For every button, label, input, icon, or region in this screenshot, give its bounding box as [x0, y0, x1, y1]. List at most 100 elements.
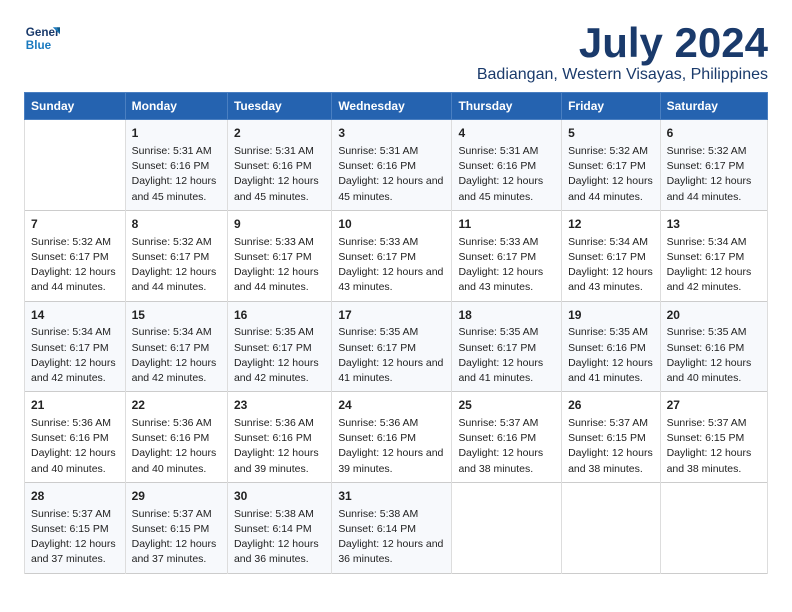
day-number: 7: [31, 216, 119, 233]
cell-info: Sunrise: 5:37 AM Sunset: 6:15 PM Dayligh…: [132, 507, 221, 568]
day-number: 13: [667, 216, 761, 233]
day-number: 27: [667, 397, 761, 414]
cell-info: Sunrise: 5:32 AM Sunset: 6:17 PM Dayligh…: [568, 144, 654, 205]
calendar-cell: 20Sunrise: 5:35 AM Sunset: 6:16 PM Dayli…: [660, 301, 767, 392]
calendar-cell: 7 Sunrise: 5:32 AM Sunset: 6:17 PM Daylig…: [25, 210, 126, 301]
calendar-cell: 19Sunrise: 5:35 AM Sunset: 6:16 PM Dayli…: [562, 301, 661, 392]
calendar-week-row: 1 Sunrise: 5:31 AM Sunset: 6:16 PM Daylig…: [25, 120, 768, 211]
calendar-cell: [660, 482, 767, 573]
calendar-cell: 10 Sunrise: 5:33 AM Sunset: 6:17 PM Dayli…: [332, 210, 452, 301]
calendar-cell: 6Sunrise: 5:32 AM Sunset: 6:17 PM Daylig…: [660, 120, 767, 211]
calendar-cell: 1 Sunrise: 5:31 AM Sunset: 6:16 PM Daylig…: [125, 120, 227, 211]
day-number: 25: [458, 397, 555, 414]
calendar-cell: 4 Sunrise: 5:31 AM Sunset: 6:16 PM Daylig…: [452, 120, 562, 211]
col-header-monday: Monday: [125, 93, 227, 120]
calendar-cell: 5 Sunrise: 5:32 AM Sunset: 6:17 PM Daylig…: [562, 120, 661, 211]
calendar-cell: [25, 120, 126, 211]
day-number: 10: [338, 216, 445, 233]
cell-info: Sunrise: 5:34 AM Sunset: 6:17 PM Dayligh…: [667, 235, 761, 296]
day-number: 12: [568, 216, 654, 233]
day-number: 23: [234, 397, 325, 414]
calendar-table: SundayMondayTuesdayWednesdayThursdayFrid…: [24, 92, 768, 573]
logo: General Blue: [24, 20, 60, 56]
cell-info: Sunrise: 5:36 AM Sunset: 6:16 PM Dayligh…: [132, 416, 221, 477]
calendar-header-row: SundayMondayTuesdayWednesdayThursdayFrid…: [25, 93, 768, 120]
cell-info: Sunrise: 5:34 AM Sunset: 6:17 PM Dayligh…: [132, 325, 221, 386]
day-number: 19: [568, 307, 654, 324]
calendar-cell: 25 Sunrise: 5:37 AM Sunset: 6:16 PM Dayli…: [452, 392, 562, 483]
page-title: July 2024: [477, 20, 768, 66]
cell-info: Sunrise: 5:34 AM Sunset: 6:17 PM Dayligh…: [568, 235, 654, 296]
day-number: 22: [132, 397, 221, 414]
cell-info: Sunrise: 5:38 AM Sunset: 6:14 PM Dayligh…: [338, 507, 445, 568]
cell-info: Sunrise: 5:31 AM Sunset: 6:16 PM Dayligh…: [234, 144, 325, 205]
calendar-cell: 8 Sunrise: 5:32 AM Sunset: 6:17 PM Daylig…: [125, 210, 227, 301]
day-number: 14: [31, 307, 119, 324]
cell-info: Sunrise: 5:35 AM Sunset: 6:16 PM Dayligh…: [667, 325, 761, 386]
day-number: 26: [568, 397, 654, 414]
cell-info: Sunrise: 5:33 AM Sunset: 6:17 PM Dayligh…: [234, 235, 325, 296]
calendar-cell: 18Sunrise: 5:35 AM Sunset: 6:17 PM Dayli…: [452, 301, 562, 392]
cell-info: Sunrise: 5:31 AM Sunset: 6:16 PM Dayligh…: [338, 144, 445, 205]
day-number: 5: [568, 125, 654, 142]
calendar-cell: 22 Sunrise: 5:36 AM Sunset: 6:16 PM Dayli…: [125, 392, 227, 483]
calendar-week-row: 14Sunrise: 5:34 AM Sunset: 6:17 PM Dayli…: [25, 301, 768, 392]
day-number: 1: [132, 125, 221, 142]
day-number: 3: [338, 125, 445, 142]
day-number: 17: [338, 307, 445, 324]
cell-info: Sunrise: 5:35 AM Sunset: 6:17 PM Dayligh…: [458, 325, 555, 386]
day-number: 11: [458, 216, 555, 233]
calendar-cell: 30Sunrise: 5:38 AM Sunset: 6:14 PM Dayli…: [227, 482, 331, 573]
cell-info: Sunrise: 5:31 AM Sunset: 6:16 PM Dayligh…: [132, 144, 221, 205]
calendar-week-row: 28 Sunrise: 5:37 AM Sunset: 6:15 PM Dayli…: [25, 482, 768, 573]
cell-info: Sunrise: 5:34 AM Sunset: 6:17 PM Dayligh…: [31, 325, 119, 386]
cell-info: Sunrise: 5:37 AM Sunset: 6:15 PM Dayligh…: [568, 416, 654, 477]
day-number: 2: [234, 125, 325, 142]
cell-info: Sunrise: 5:32 AM Sunset: 6:17 PM Dayligh…: [132, 235, 221, 296]
page-header: General Blue July 2024 Badiangan, Wester…: [24, 20, 768, 84]
calendar-cell: 21 Sunrise: 5:36 AM Sunset: 6:16 PM Dayli…: [25, 392, 126, 483]
cell-info: Sunrise: 5:35 AM Sunset: 6:16 PM Dayligh…: [568, 325, 654, 386]
day-number: 8: [132, 216, 221, 233]
col-header-saturday: Saturday: [660, 93, 767, 120]
title-block: July 2024 Badiangan, Western Visayas, Ph…: [477, 20, 768, 84]
col-header-friday: Friday: [562, 93, 661, 120]
logo-icon: General Blue: [24, 20, 60, 56]
cell-info: Sunrise: 5:31 AM Sunset: 6:16 PM Dayligh…: [458, 144, 555, 205]
col-header-wednesday: Wednesday: [332, 93, 452, 120]
cell-info: Sunrise: 5:37 AM Sunset: 6:16 PM Dayligh…: [458, 416, 555, 477]
cell-info: Sunrise: 5:32 AM Sunset: 6:17 PM Dayligh…: [31, 235, 119, 296]
cell-info: Sunrise: 5:37 AM Sunset: 6:15 PM Dayligh…: [667, 416, 761, 477]
cell-info: Sunrise: 5:35 AM Sunset: 6:17 PM Dayligh…: [234, 325, 325, 386]
calendar-cell: 12 Sunrise: 5:34 AM Sunset: 6:17 PM Dayli…: [562, 210, 661, 301]
cell-info: Sunrise: 5:33 AM Sunset: 6:17 PM Dayligh…: [338, 235, 445, 296]
cell-info: Sunrise: 5:36 AM Sunset: 6:16 PM Dayligh…: [234, 416, 325, 477]
cell-info: Sunrise: 5:36 AM Sunset: 6:16 PM Dayligh…: [31, 416, 119, 477]
col-header-tuesday: Tuesday: [227, 93, 331, 120]
day-number: 24: [338, 397, 445, 414]
day-number: 21: [31, 397, 119, 414]
cell-info: Sunrise: 5:36 AM Sunset: 6:16 PM Dayligh…: [338, 416, 445, 477]
day-number: 15: [132, 307, 221, 324]
calendar-cell: 27 Sunrise: 5:37 AM Sunset: 6:15 PM Dayli…: [660, 392, 767, 483]
day-number: 4: [458, 125, 555, 142]
calendar-cell: [452, 482, 562, 573]
calendar-cell: 14Sunrise: 5:34 AM Sunset: 6:17 PM Dayli…: [25, 301, 126, 392]
calendar-cell: 29 Sunrise: 5:37 AM Sunset: 6:15 PM Dayli…: [125, 482, 227, 573]
day-number: 6: [667, 125, 761, 142]
page-subtitle: Badiangan, Western Visayas, Philippines: [477, 66, 768, 84]
svg-text:Blue: Blue: [26, 39, 52, 52]
calendar-cell: 13 Sunrise: 5:34 AM Sunset: 6:17 PM Dayli…: [660, 210, 767, 301]
day-number: 29: [132, 488, 221, 505]
calendar-cell: 26 Sunrise: 5:37 AM Sunset: 6:15 PM Dayli…: [562, 392, 661, 483]
calendar-cell: 3 Sunrise: 5:31 AM Sunset: 6:16 PM Daylig…: [332, 120, 452, 211]
calendar-cell: 15Sunrise: 5:34 AM Sunset: 6:17 PM Dayli…: [125, 301, 227, 392]
calendar-cell: 28Sunrise: 5:37 AM Sunset: 6:15 PM Dayli…: [25, 482, 126, 573]
calendar-cell: 11Sunrise: 5:33 AM Sunset: 6:17 PM Dayli…: [452, 210, 562, 301]
col-header-sunday: Sunday: [25, 93, 126, 120]
calendar-cell: 31Sunrise: 5:38 AM Sunset: 6:14 PM Dayli…: [332, 482, 452, 573]
calendar-cell: 9Sunrise: 5:33 AM Sunset: 6:17 PM Daylig…: [227, 210, 331, 301]
col-header-thursday: Thursday: [452, 93, 562, 120]
calendar-cell: 16Sunrise: 5:35 AM Sunset: 6:17 PM Dayli…: [227, 301, 331, 392]
day-number: 28: [31, 488, 119, 505]
